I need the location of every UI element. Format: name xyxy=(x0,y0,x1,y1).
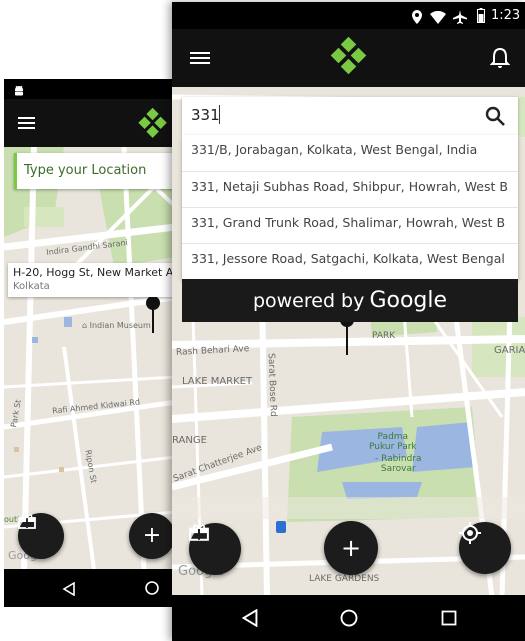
location-search-box[interactable]: Type your Location xyxy=(14,153,176,189)
notification-bell-icon[interactable] xyxy=(489,47,511,73)
suggestion-list: 331/B, Jorabagan, Kolkata, West Bengal, … xyxy=(182,135,518,279)
front-phone-screen: 1:23 PARK Rash Behari Ave LAKE MARKET Sa… xyxy=(172,2,525,641)
my-location-button[interactable] xyxy=(459,522,511,574)
back-phone-screen: Indira Gandhi Sarani ⌂ Indian Museum Raf… xyxy=(4,79,176,607)
search-icon[interactable] xyxy=(485,106,505,130)
map-label: LAKE GARDENS xyxy=(309,574,380,584)
menu-icon[interactable] xyxy=(190,49,210,67)
app-bar xyxy=(4,99,176,147)
text-cursor xyxy=(219,105,220,124)
location-input[interactable]: Type your Location xyxy=(24,163,146,178)
back-icon[interactable] xyxy=(241,608,259,631)
home-icon[interactable] xyxy=(144,580,160,600)
suggestion-item[interactable]: 331, Jessore Road, Satgachi, Kolkata, We… xyxy=(191,251,517,266)
map-label: GARIA xyxy=(494,345,525,356)
location-icon xyxy=(412,9,422,28)
add-button[interactable]: + xyxy=(129,513,175,559)
plus-icon: + xyxy=(142,523,162,548)
address-line2: Kolkata xyxy=(13,281,50,292)
map-label: RANGE xyxy=(172,435,207,446)
battery-icon xyxy=(477,8,485,27)
map-label: LAKE MARKET xyxy=(182,376,253,387)
address-line1: H-20, Hogg St, New Market Ar xyxy=(13,266,176,279)
app-logo-icon xyxy=(329,36,369,81)
back-icon[interactable] xyxy=(62,581,76,600)
suggestion-item[interactable]: 331, Grand Trunk Road, Shalimar, Howrah,… xyxy=(191,215,517,230)
nav-bar xyxy=(4,569,176,607)
home-icon[interactable] xyxy=(339,608,359,632)
suggestion-item[interactable]: 331/B, Jorabagan, Kolkata, West Bengal, … xyxy=(191,142,517,157)
google-brand: Google xyxy=(369,288,448,313)
map-label: - Rabindra Sarovar xyxy=(375,454,422,474)
status-time: 1:23 xyxy=(491,8,521,23)
gift-button[interactable] xyxy=(18,513,64,559)
nav-bar xyxy=(172,595,525,641)
map-view[interactable]: Indira Gandhi Sarani ⌂ Indian Museum Raf… xyxy=(4,147,176,569)
gift-button[interactable] xyxy=(189,523,241,575)
search-box[interactable]: 331 xyxy=(182,97,518,135)
app-logo-icon xyxy=(137,107,169,144)
app-bar xyxy=(172,29,525,87)
map-label: ⌂ Indian Museum xyxy=(82,321,151,330)
android-icon xyxy=(13,82,25,96)
status-bar xyxy=(4,79,176,99)
map-label: Padma Pukur Park xyxy=(369,432,417,452)
map-label: PARK xyxy=(372,331,396,341)
powered-by-google-banner: powered by Google xyxy=(182,279,518,322)
add-button[interactable]: + xyxy=(324,521,378,575)
address-card[interactable]: H-20, Hogg St, New Market Ar Kolkata xyxy=(8,263,176,297)
powered-by-label: powered by xyxy=(252,290,365,312)
map-label: Indian Museum xyxy=(89,321,151,330)
search-input[interactable]: 331 xyxy=(191,106,220,124)
wifi-icon xyxy=(430,9,446,28)
menu-icon[interactable] xyxy=(18,114,35,132)
recents-icon[interactable] xyxy=(441,610,457,630)
status-bar: 1:23 xyxy=(172,2,525,29)
plus-icon: + xyxy=(340,534,362,562)
airplane-icon xyxy=(453,9,467,28)
museum-icon: ⌂ xyxy=(82,321,88,330)
suggestion-item[interactable]: 331, Netaji Subhas Road, Shibpur, Howrah… xyxy=(191,179,517,194)
